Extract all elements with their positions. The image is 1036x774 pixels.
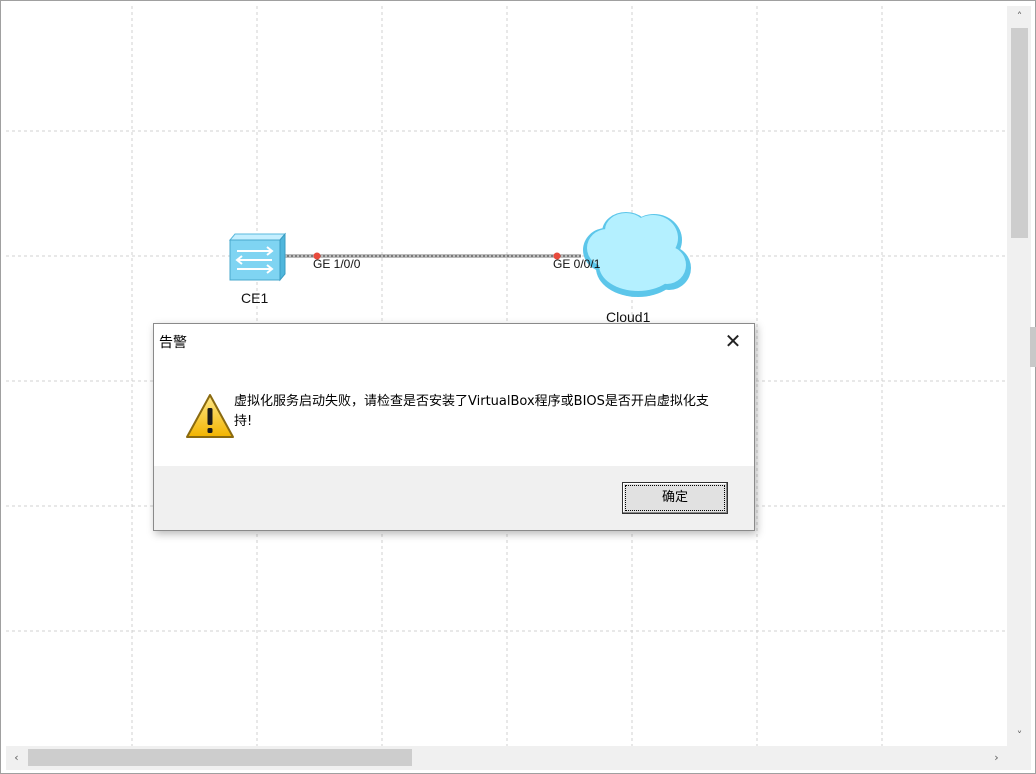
- vertical-scroll-thumb[interactable]: [1011, 28, 1028, 238]
- alert-dialog: 告警 ✕ 虚拟化服务启动失败，请检查是否安装了VirtualBox程序或BIOS…: [153, 323, 755, 531]
- port-label-ce1: GE 1/0/0: [313, 257, 361, 271]
- node-label-ce1[interactable]: CE1: [241, 290, 268, 306]
- warning-icon: [184, 392, 236, 444]
- cloud-icon[interactable]: [583, 212, 691, 297]
- dialog-title: 告警: [159, 335, 187, 351]
- dialog-footer: 确定: [154, 466, 754, 530]
- scroll-right-icon[interactable]: ›: [988, 749, 1005, 766]
- ok-button[interactable]: 确定: [622, 482, 728, 514]
- scroll-left-icon[interactable]: ‹: [8, 749, 25, 766]
- side-panel-handle[interactable]: [1030, 327, 1036, 367]
- vertical-scrollbar[interactable]: ˄ ˅: [1007, 6, 1031, 746]
- horizontal-scroll-thumb[interactable]: [28, 749, 412, 766]
- dialog-message: 虚拟化服务启动失败，请检查是否安装了VirtualBox程序或BIOS是否开启虚…: [234, 394, 709, 429]
- switch-icon[interactable]: [228, 232, 287, 282]
- scrollbar-corner: [1007, 746, 1031, 770]
- port-label-cloud1: GE 0/0/1: [553, 257, 601, 271]
- close-icon[interactable]: ✕: [722, 330, 744, 352]
- scroll-down-icon[interactable]: ˅: [1011, 727, 1028, 744]
- scroll-up-icon[interactable]: ˄: [1011, 8, 1028, 25]
- horizontal-scrollbar[interactable]: ‹ ›: [6, 746, 1007, 770]
